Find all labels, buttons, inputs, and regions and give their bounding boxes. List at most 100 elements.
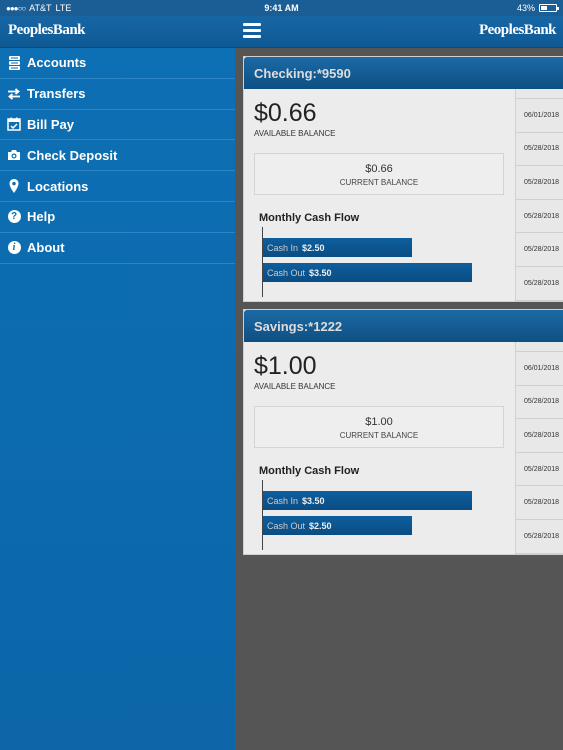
cash-out-label: Cash Out xyxy=(267,267,306,278)
sidebar-item-label: About xyxy=(27,240,65,256)
transaction-row[interactable]: 05/28/2018 xyxy=(516,520,563,554)
transaction-row[interactable]: 05/28/2018 xyxy=(516,133,563,167)
sidebar-menu: Accounts Transfers Bill Pay Check Deposi… xyxy=(0,48,235,750)
transaction-row[interactable]: 06/01/2018 xyxy=(516,352,563,386)
cash-out-value: $2.50 xyxy=(309,520,332,531)
transaction-date: 05/28/2018 xyxy=(524,465,560,473)
sidebar-item-accounts[interactable]: Accounts xyxy=(0,48,235,79)
info-glyph: i xyxy=(7,241,21,255)
available-balance-value: $1.00 xyxy=(254,352,317,380)
calendar-check-icon xyxy=(7,117,21,132)
sidebar-item-label: Transfers xyxy=(27,86,86,102)
transaction-list: 06/01/2018 05/28/2018 05/28/2018 05/28/2… xyxy=(515,342,563,554)
account-body: $1.00 AVAILABLE BALANCE $1.00 CURRENT BA… xyxy=(244,342,563,554)
account-title[interactable]: Checking:*9590 xyxy=(244,57,563,89)
transaction-row[interactable]: 05/28/2018 xyxy=(516,386,563,420)
sidebar-item-locations[interactable]: Locations xyxy=(0,171,235,202)
accounts-icon xyxy=(7,55,21,70)
sidebar-item-transfers[interactable]: Transfers xyxy=(0,79,235,110)
sidebar-item-label: Help xyxy=(27,209,56,225)
transaction-row[interactable]: 05/28/2018 xyxy=(516,166,563,200)
main-content: Checking:*9590 $0.66 AVAILABLE BALANCE $… xyxy=(235,48,563,750)
cash-in-label: Cash In xyxy=(267,495,299,506)
transaction-row[interactable]: 05/28/2018 xyxy=(516,233,563,267)
cashflow-title: Monthly Cash Flow xyxy=(259,465,360,477)
sidebar-item-about[interactable]: i About xyxy=(0,233,235,264)
account-card-checking[interactable]: Checking:*9590 $0.66 AVAILABLE BALANCE $… xyxy=(243,56,563,302)
status-right: 43% xyxy=(516,3,559,13)
status-time: 9:41 AM xyxy=(264,3,299,13)
available-balance-value: $0.66 xyxy=(254,99,317,127)
cash-in-label: Cash In xyxy=(267,242,299,253)
camera-icon xyxy=(7,148,21,162)
cash-in-bar: Cash In $2.50 xyxy=(263,238,412,257)
sidebar-item-label: Locations xyxy=(27,178,89,194)
transaction-row[interactable]: 05/28/2018 xyxy=(516,453,563,487)
transaction-row[interactable]: 05/28/2018 xyxy=(516,486,563,520)
hamburger-line xyxy=(243,23,261,26)
logo-right: PeoplesBank xyxy=(478,22,557,39)
cash-out-bar: Cash Out $2.50 xyxy=(263,516,412,535)
app-header: PeoplesBank PeoplesBank xyxy=(0,16,563,48)
question-glyph: ? xyxy=(7,210,21,224)
info-icon: i xyxy=(7,241,21,255)
transaction-row[interactable]: 05/28/2018 xyxy=(516,419,563,453)
cash-out-value: $3.50 xyxy=(309,267,332,278)
transaction-date: 05/28/2018 xyxy=(524,145,560,153)
status-left: ●●●○○ AT&T LTE xyxy=(6,3,71,13)
transaction-list: 06/01/2018 05/28/2018 05/28/2018 05/28/2… xyxy=(515,89,563,301)
transaction-date: 06/01/2018 xyxy=(524,111,560,119)
carrier-label: AT&T xyxy=(29,3,52,13)
transaction-date: 05/28/2018 xyxy=(524,178,560,186)
cash-in-value: $2.50 xyxy=(302,242,325,253)
available-balance-label: AVAILABLE BALANCE xyxy=(254,129,336,138)
logo-text-right: PeoplesBank xyxy=(478,22,557,38)
available-balance-label: AVAILABLE BALANCE xyxy=(254,382,336,391)
current-balance-value: $0.66 xyxy=(365,163,393,175)
hamburger-line xyxy=(243,35,261,38)
network-label: LTE xyxy=(55,3,72,13)
hamburger-menu-button[interactable] xyxy=(243,23,261,39)
current-balance-label: CURRENT BALANCE xyxy=(339,431,419,440)
cash-out-label: Cash Out xyxy=(267,520,306,531)
cash-out-bar: Cash Out $3.50 xyxy=(263,263,472,282)
transaction-date: 05/28/2018 xyxy=(524,279,560,287)
sidebar-item-help[interactable]: ? Help xyxy=(0,202,235,233)
transaction-date: 05/28/2018 xyxy=(524,532,560,540)
transaction-date: 05/28/2018 xyxy=(524,212,560,220)
sidebar-item-label: Bill Pay xyxy=(27,116,74,132)
transaction-date: 05/28/2018 xyxy=(524,398,560,406)
logo-text-left: PeoplesBank xyxy=(8,22,86,38)
cash-in-bar: Cash In $3.50 xyxy=(263,491,472,510)
sidebar-item-label: Check Deposit xyxy=(27,147,118,163)
current-balance-box: $1.00 CURRENT BALANCE xyxy=(254,406,504,448)
sidebar-item-check-deposit[interactable]: Check Deposit xyxy=(0,140,235,172)
cashflow-title: Monthly Cash Flow xyxy=(259,212,360,224)
status-bar: ●●●○○ AT&T LTE 9:41 AM 43% xyxy=(0,0,563,16)
transaction-date: 05/28/2018 xyxy=(524,431,560,439)
transfer-arrows-icon xyxy=(7,87,21,101)
account-title[interactable]: Savings:*1222 xyxy=(244,310,563,342)
current-balance-value: $1.00 xyxy=(365,416,393,428)
question-icon: ? xyxy=(7,210,21,224)
account-card-savings[interactable]: Savings:*1222 $1.00 AVAILABLE BALANCE $1… xyxy=(243,309,563,555)
transaction-row[interactable] xyxy=(516,89,563,99)
sidebar-item-label: Accounts xyxy=(27,55,87,71)
logo-left: PeoplesBank xyxy=(8,22,86,39)
transaction-row[interactable]: 05/28/2018 xyxy=(516,267,563,301)
transaction-row[interactable]: 05/28/2018 xyxy=(516,200,563,234)
transaction-date: 05/28/2018 xyxy=(524,499,560,507)
sidebar-item-bill-pay[interactable]: Bill Pay xyxy=(0,110,235,141)
hamburger-line xyxy=(243,29,261,32)
battery-percent: 43% xyxy=(516,3,535,13)
signal-icon: ●●●○○ xyxy=(6,3,26,13)
transaction-row[interactable] xyxy=(516,342,563,352)
cash-in-value: $3.50 xyxy=(302,495,325,506)
battery-icon xyxy=(539,4,559,12)
transaction-date: 05/28/2018 xyxy=(524,246,560,254)
map-pin-icon xyxy=(7,179,21,194)
transaction-row[interactable]: 06/01/2018 xyxy=(516,99,563,133)
current-balance-label: CURRENT BALANCE xyxy=(339,178,419,187)
transaction-date: 06/01/2018 xyxy=(524,364,560,372)
account-body: $0.66 AVAILABLE BALANCE $0.66 CURRENT BA… xyxy=(244,89,563,301)
